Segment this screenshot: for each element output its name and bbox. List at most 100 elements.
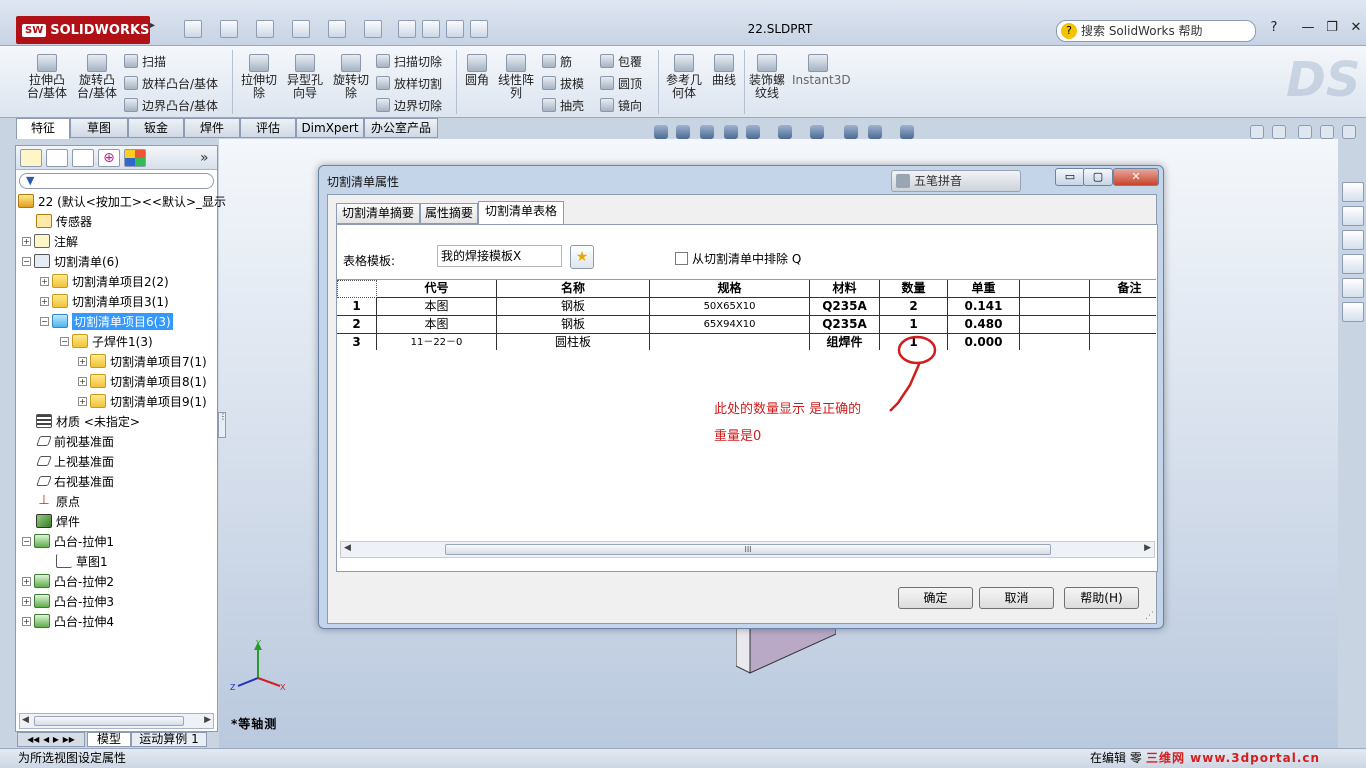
view-orientation-icon[interactable] [746, 125, 760, 139]
tree-item-cut-list-item8[interactable]: + 切割清单项目8(1) [78, 371, 207, 391]
revolved-cut-button[interactable]: 旋转切除 [328, 54, 374, 100]
cell-unit-weight[interactable]: 0.480 [948, 316, 1020, 334]
tree-item-front-plane[interactable]: 前视基准面 [36, 431, 114, 451]
customize-icon[interactable] [470, 20, 488, 38]
solidworks-logo[interactable]: SW SOLIDWORKS [16, 16, 150, 44]
help-button[interactable]: 帮助(H) [1064, 587, 1139, 609]
configuration-manager-tab-icon[interactable] [72, 149, 94, 167]
cell-remarks[interactable] [1090, 298, 1156, 316]
tab-evaluate[interactable]: 评估 [240, 118, 296, 138]
column-header-material[interactable]: 材料 [810, 280, 880, 298]
checkbox-icon[interactable] [675, 252, 688, 265]
cell-name[interactable]: 圆柱板 [497, 334, 650, 350]
column-header-remarks[interactable]: 备注 [1090, 280, 1156, 298]
column-header-spec[interactable]: 规格 [650, 280, 810, 298]
custom-properties-icon[interactable] [1342, 302, 1364, 322]
column-header-quantity[interactable]: 数量 [880, 280, 948, 298]
scroll-thumb[interactable] [34, 716, 184, 726]
tile-vertical-icon[interactable] [1272, 125, 1286, 139]
tree-item-material[interactable]: 材质 <未指定> [36, 411, 140, 431]
tree-item-cut-list[interactable]: − 切割清单(6) [22, 251, 119, 271]
collapse-icon[interactable]: − [22, 536, 31, 546]
new-document-icon[interactable] [184, 20, 202, 38]
cell-spec[interactable]: 65X94X10 [650, 316, 810, 334]
expand-icon[interactable]: + [40, 296, 49, 306]
scroll-left-icon[interactable]: ◀ [344, 543, 351, 553]
expand-icon[interactable]: + [78, 356, 87, 366]
panel-splitter-handle[interactable]: ⋮ [218, 412, 227, 438]
tree-item-boss-extrude1[interactable]: − 凸台-拉伸1 [22, 531, 114, 551]
print-icon[interactable] [292, 20, 310, 38]
tab-properties-summary[interactable]: 属性摘要 [420, 203, 478, 224]
tree-item-top-plane[interactable]: 上视基准面 [36, 451, 114, 471]
cell-quantity[interactable]: 2 [880, 298, 948, 316]
help-search-input[interactable]: ? 搜索 SolidWorks 帮助 [1056, 20, 1256, 42]
hole-wizard-button[interactable]: 异型孔 向导 [282, 54, 328, 100]
tree-item-annotations[interactable]: + 注解 [22, 231, 78, 251]
zoom-to-area-icon[interactable] [676, 125, 690, 139]
cell-material[interactable]: Q235A [810, 298, 880, 316]
select-icon[interactable] [364, 20, 382, 38]
cell-quantity[interactable]: 1 [880, 316, 948, 334]
tree-item-cut-list-item6[interactable]: − 切割清单项目6(3) [40, 311, 173, 331]
cell-spec[interactable]: 50X65X10 [650, 298, 810, 316]
maximize-button[interactable]: ❐ [1320, 18, 1344, 38]
fillet-button[interactable]: 圆角 [462, 54, 492, 87]
scroll-left-icon[interactable]: ◀ [22, 715, 29, 725]
extruded-cut-button[interactable]: 拉伸切除 [236, 54, 282, 100]
feature-tree-tab-icon[interactable] [20, 149, 42, 167]
mirror-button[interactable]: 镜向 [600, 94, 642, 116]
tab-office-products[interactable]: 办公室产品 [364, 118, 438, 138]
collapse-icon[interactable]: − [40, 316, 49, 326]
expand-icon[interactable]: + [22, 616, 31, 626]
table-horizontal-scrollbar[interactable]: ◀ III ▶ [340, 541, 1155, 558]
cell-spec[interactable] [650, 334, 810, 350]
scroll-thumb[interactable]: III [445, 544, 1051, 555]
tree-item-origin[interactable]: ⊥ 原点 [36, 491, 80, 511]
template-input[interactable]: 我的焊接模板X [437, 245, 562, 267]
swept-cut-button[interactable]: 扫描切除 [376, 50, 442, 72]
view-palette-icon[interactable] [1342, 254, 1364, 274]
tab-dimxpert[interactable]: DimXpert [296, 118, 364, 138]
dome-button[interactable]: 圆顶 [600, 72, 642, 94]
doc-minimize-icon[interactable] [1298, 125, 1312, 139]
resize-grip-icon[interactable]: ⋰ [1144, 611, 1154, 621]
dialog-close-button[interactable]: ✕ [1113, 168, 1159, 186]
tab-sheet-metal[interactable]: 钣金 [128, 118, 184, 138]
apply-scene-icon[interactable] [868, 125, 882, 139]
expand-icon[interactable]: + [22, 236, 31, 246]
cell-blank[interactable] [1020, 316, 1090, 334]
tree-item-sensors[interactable]: 传感器 [36, 211, 92, 231]
expand-icon[interactable]: + [22, 596, 31, 606]
tab-motion-study[interactable]: 运动算例 1 [131, 732, 207, 747]
feature-tree-scrollbar[interactable]: ◀ ▶ [19, 713, 214, 729]
cell-blank[interactable] [1020, 334, 1090, 350]
rebuild-icon[interactable] [398, 20, 416, 38]
tree-item-boss-extrude3[interactable]: + 凸台-拉伸3 [22, 591, 114, 611]
tab-weldments[interactable]: 焊件 [184, 118, 240, 138]
column-header-name[interactable]: 名称 [497, 280, 650, 298]
cell-material[interactable]: 组焊件 [810, 334, 880, 350]
tree-item-cut-list-item3[interactable]: + 切割清单项目3(1) [40, 291, 169, 311]
tree-item-cut-list-item7[interactable]: + 切割清单项目7(1) [78, 351, 207, 371]
cell-material[interactable]: Q235A [810, 316, 880, 334]
tree-item-sketch1[interactable]: 草图1 [56, 551, 108, 571]
tree-item-boss-extrude2[interactable]: + 凸台-拉伸2 [22, 571, 114, 591]
save-icon[interactable] [256, 20, 274, 38]
dialog-maximize-button[interactable]: ▢ [1083, 168, 1113, 186]
tree-item-right-plane[interactable]: 右视基准面 [36, 471, 114, 491]
section-view-icon[interactable] [724, 125, 738, 139]
logo-menu-arrow-icon[interactable]: ▸ [150, 20, 160, 38]
draft-button[interactable]: 拔模 [542, 72, 584, 94]
help-menu-icon[interactable]: ? [1262, 18, 1286, 38]
ok-button[interactable]: 确定 [898, 587, 973, 609]
feature-tree-filter[interactable]: ▼ [19, 173, 214, 189]
display-style-icon[interactable] [778, 125, 792, 139]
dimxpert-manager-tab-icon[interactable]: ⊕ [98, 149, 120, 167]
exclude-from-cut-list-checkbox[interactable]: 从切割清单中排除 Q [675, 250, 801, 267]
row-header[interactable]: 1 [337, 298, 377, 316]
wrap-button[interactable]: 包覆 [600, 50, 642, 72]
template-browse-button[interactable]: ★ [570, 245, 594, 269]
tab-features[interactable]: 特征 [16, 118, 70, 139]
open-document-icon[interactable] [220, 20, 238, 38]
